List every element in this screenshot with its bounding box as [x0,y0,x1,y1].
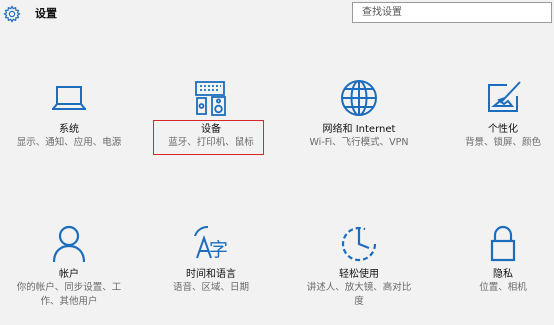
tile-ease-of-access-desc: 讲述人、放大镜、高对比度 [306,282,412,307]
highlight-box [153,120,264,155]
tile-time-language-name: 时间和语言 [186,269,236,280]
person-icon [52,225,86,263]
tile-privacy[interactable]: 隐私 位置、相机 [434,0,554,293]
tile-personalization-name: 个性化 [488,124,518,135]
tile-accounts-name: 帐户 [59,269,79,280]
tile-network-desc: Wi-Fi、飞行模式、VPN [309,137,409,148]
tile-personalization-desc: 背景、锁屏、颜色 [464,137,541,148]
settings-window: 设置 查找设置 系统 显示、通知、应用、电源 设备 蓝牙、打印机、鼠标 网络和 … [0,0,554,325]
tile-accounts[interactable]: 帐户 你的帐户、同步设置、工作、其他用户 [0,0,138,307]
svg-text:字: 字 [209,239,228,261]
tile-accounts-desc: 你的帐户、同步设置、工作、其他用户 [16,282,122,307]
tile-ease-of-access-name: 轻松使用 [339,269,379,280]
tile-privacy-desc: 位置、相机 [479,282,527,293]
lock-icon [490,225,516,262]
tile-system-name: 系统 [59,124,79,135]
tile-network-name: 网络和 Internet [322,124,396,135]
tile-time-language[interactable]: 字 时间和语言 语音、区域、日期 [142,0,280,293]
time-language-icon: 字 [194,226,228,261]
tile-system-desc: 显示、通知、应用、电源 [16,137,122,148]
ease-of-access-icon [341,226,377,262]
tile-ease-of-access[interactable]: 轻松使用 讲述人、放大镜、高对比度 [290,0,428,307]
tile-privacy-name: 隐私 [493,269,513,280]
tile-time-language-desc: 语音、区域、日期 [172,282,249,293]
